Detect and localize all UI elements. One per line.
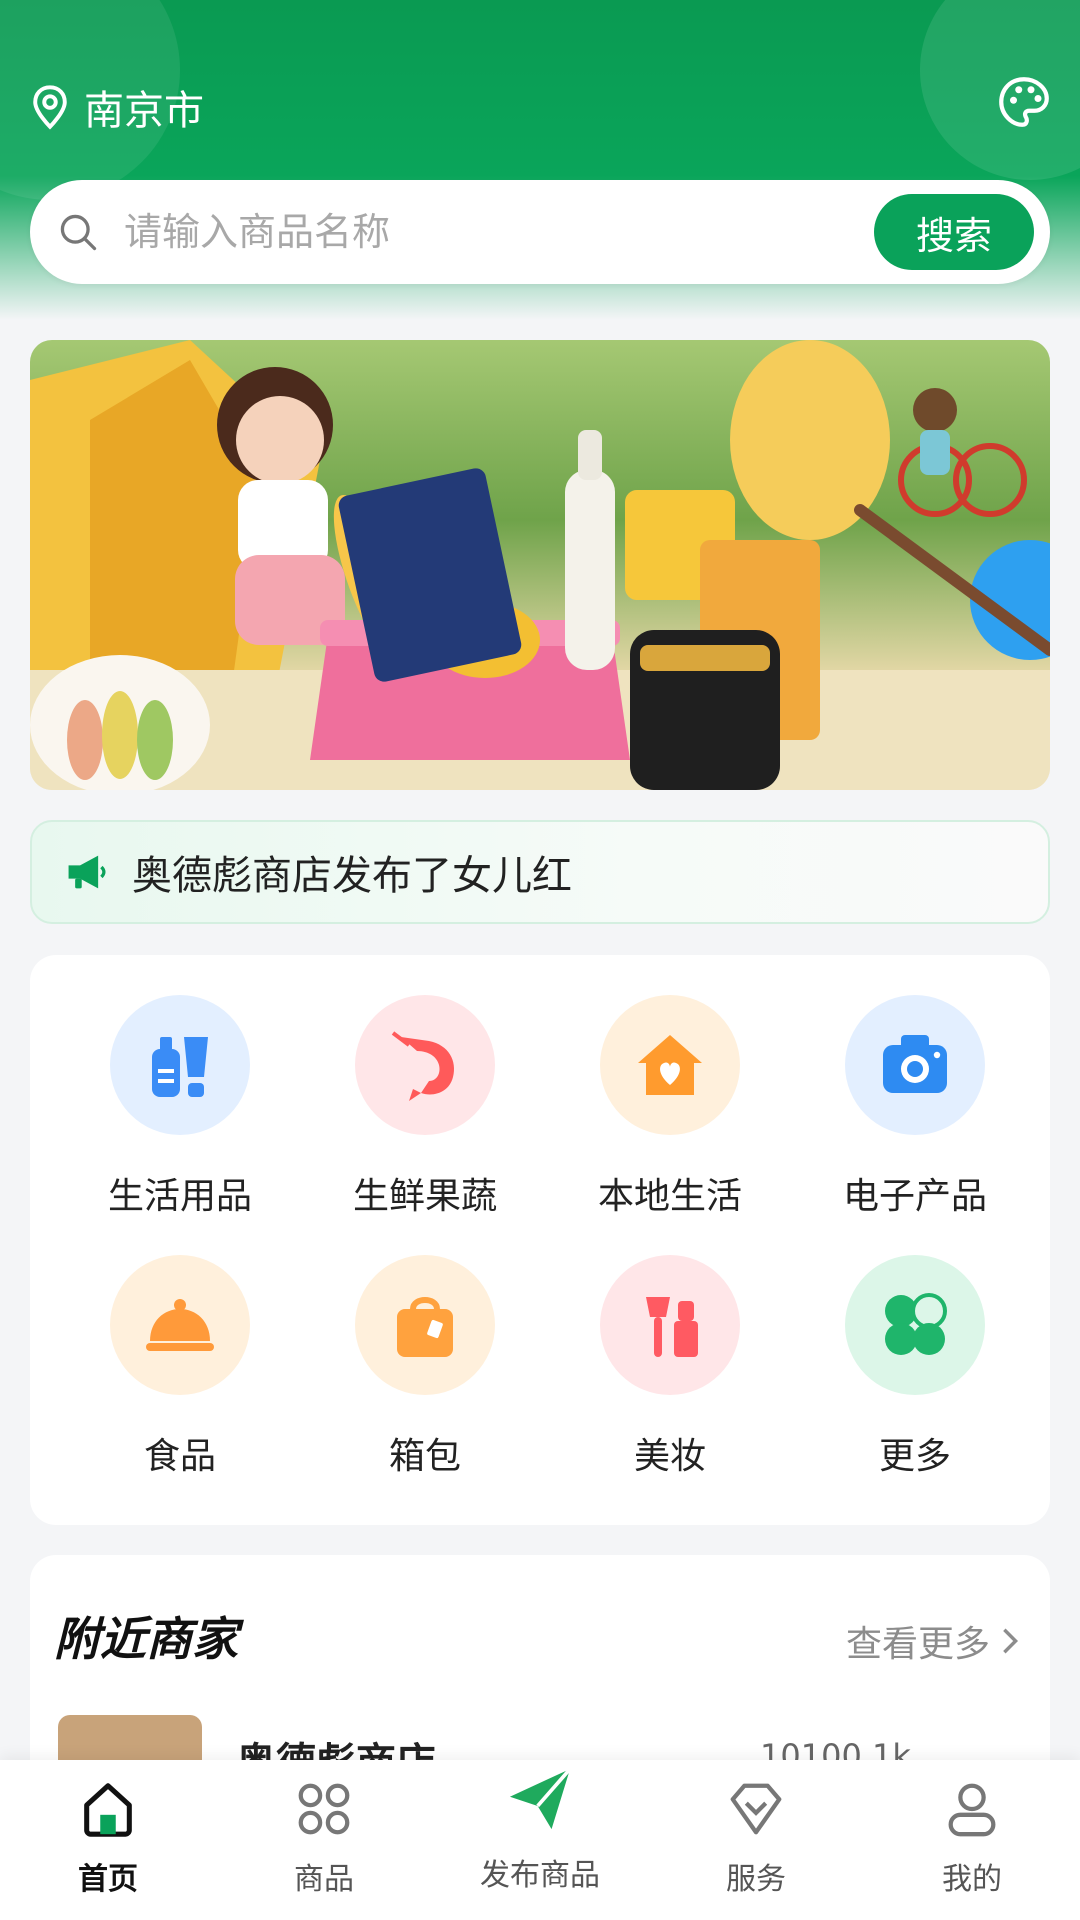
category-icon-bg bbox=[600, 1255, 740, 1395]
theme-palette-icon[interactable] bbox=[996, 74, 1052, 130]
category-electronics[interactable]: 电子产品 bbox=[815, 995, 1015, 1219]
tab-label: 首页 bbox=[78, 1862, 138, 1897]
bag-icon bbox=[397, 1297, 453, 1357]
category-label: 更多 bbox=[878, 1436, 951, 1477]
category-more[interactable]: 更多 bbox=[815, 1255, 1015, 1479]
category-label: 电子产品 bbox=[842, 1176, 987, 1217]
category-fresh-produce[interactable]: 生鲜果蔬 bbox=[325, 995, 525, 1219]
category-icon-bg bbox=[600, 995, 740, 1135]
bottom-tab-bar: 首页 商品 发布商品 服务 我的 bbox=[0, 1760, 1080, 1920]
announcement-text: 奥德彪商店发布了女儿红 bbox=[132, 853, 572, 899]
search-input[interactable] bbox=[124, 210, 874, 254]
tab-label: 发布商品 bbox=[480, 1858, 600, 1893]
category-label: 生活用品 bbox=[107, 1176, 252, 1217]
megaphone-icon bbox=[68, 855, 106, 889]
view-more-link[interactable]: 查看更多 bbox=[846, 1615, 1020, 1667]
home-icon bbox=[84, 1783, 132, 1837]
category-label: 食品 bbox=[143, 1436, 216, 1477]
shrimp-icon bbox=[391, 1031, 454, 1101]
search-button[interactable]: 搜索 bbox=[874, 194, 1034, 270]
category-label: 本地生活 bbox=[597, 1176, 742, 1217]
announcement-bar[interactable]: 奥德彪商店发布了女儿红 bbox=[30, 820, 1050, 924]
tab-services[interactable]: 服务 bbox=[648, 1760, 864, 1920]
tab-products[interactable]: 商品 bbox=[216, 1760, 432, 1920]
category-local-life[interactable]: 本地生活 bbox=[570, 995, 770, 1219]
category-bags[interactable]: 箱包 bbox=[325, 1255, 525, 1479]
tab-publish[interactable]: 发布商品 bbox=[432, 1760, 648, 1920]
category-label: 箱包 bbox=[388, 1436, 461, 1477]
location-pin-icon bbox=[33, 85, 67, 130]
category-icon-bg bbox=[110, 995, 250, 1135]
home-heart-icon bbox=[638, 1035, 702, 1095]
category-label: 美妆 bbox=[633, 1436, 706, 1477]
category-icon-bg bbox=[110, 1255, 250, 1395]
paper-plane-icon bbox=[509, 1767, 572, 1830]
location-city: 南京市 bbox=[84, 88, 204, 134]
camera-icon bbox=[883, 1035, 947, 1093]
category-icon-bg bbox=[845, 995, 985, 1135]
grid-icon bbox=[298, 1783, 350, 1835]
search-icon bbox=[60, 214, 97, 251]
makeup-icon bbox=[646, 1297, 698, 1357]
food-cloche-icon bbox=[146, 1299, 214, 1351]
category-food[interactable]: 食品 bbox=[80, 1255, 280, 1479]
toiletries-icon bbox=[152, 1037, 208, 1097]
promo-banner[interactable] bbox=[30, 340, 1050, 790]
category-icon-bg bbox=[355, 1255, 495, 1395]
banner-picnic-illustration bbox=[30, 340, 1050, 790]
category-label: 生鲜果蔬 bbox=[352, 1176, 497, 1217]
tab-label: 商品 bbox=[294, 1862, 354, 1897]
nearby-title: 附近商家 bbox=[54, 1612, 238, 1666]
clover-more-icon bbox=[885, 1293, 947, 1355]
chevron-right-icon bbox=[1003, 1628, 1019, 1654]
category-cosmetics[interactable]: 美妆 bbox=[570, 1255, 770, 1479]
category-grid: 生活用品 生鲜果蔬 本地生活 电子产品 食品 箱包 美妆 更多 bbox=[30, 955, 1050, 1525]
location-selector[interactable]: 南京市 bbox=[30, 78, 204, 136]
view-more-label: 查看更多 bbox=[845, 1624, 990, 1665]
category-icon-bg bbox=[845, 1255, 985, 1395]
category-icon-bg bbox=[355, 995, 495, 1135]
category-daily-goods[interactable]: 生活用品 bbox=[80, 995, 280, 1219]
diamond-icon bbox=[730, 1783, 782, 1835]
user-icon bbox=[948, 1783, 996, 1837]
search-bar: 搜索 bbox=[30, 180, 1050, 284]
tab-profile[interactable]: 我的 bbox=[864, 1760, 1080, 1920]
tab-home[interactable]: 首页 bbox=[0, 1760, 216, 1920]
tab-label: 服务 bbox=[726, 1862, 786, 1897]
tab-label: 我的 bbox=[942, 1862, 1002, 1897]
